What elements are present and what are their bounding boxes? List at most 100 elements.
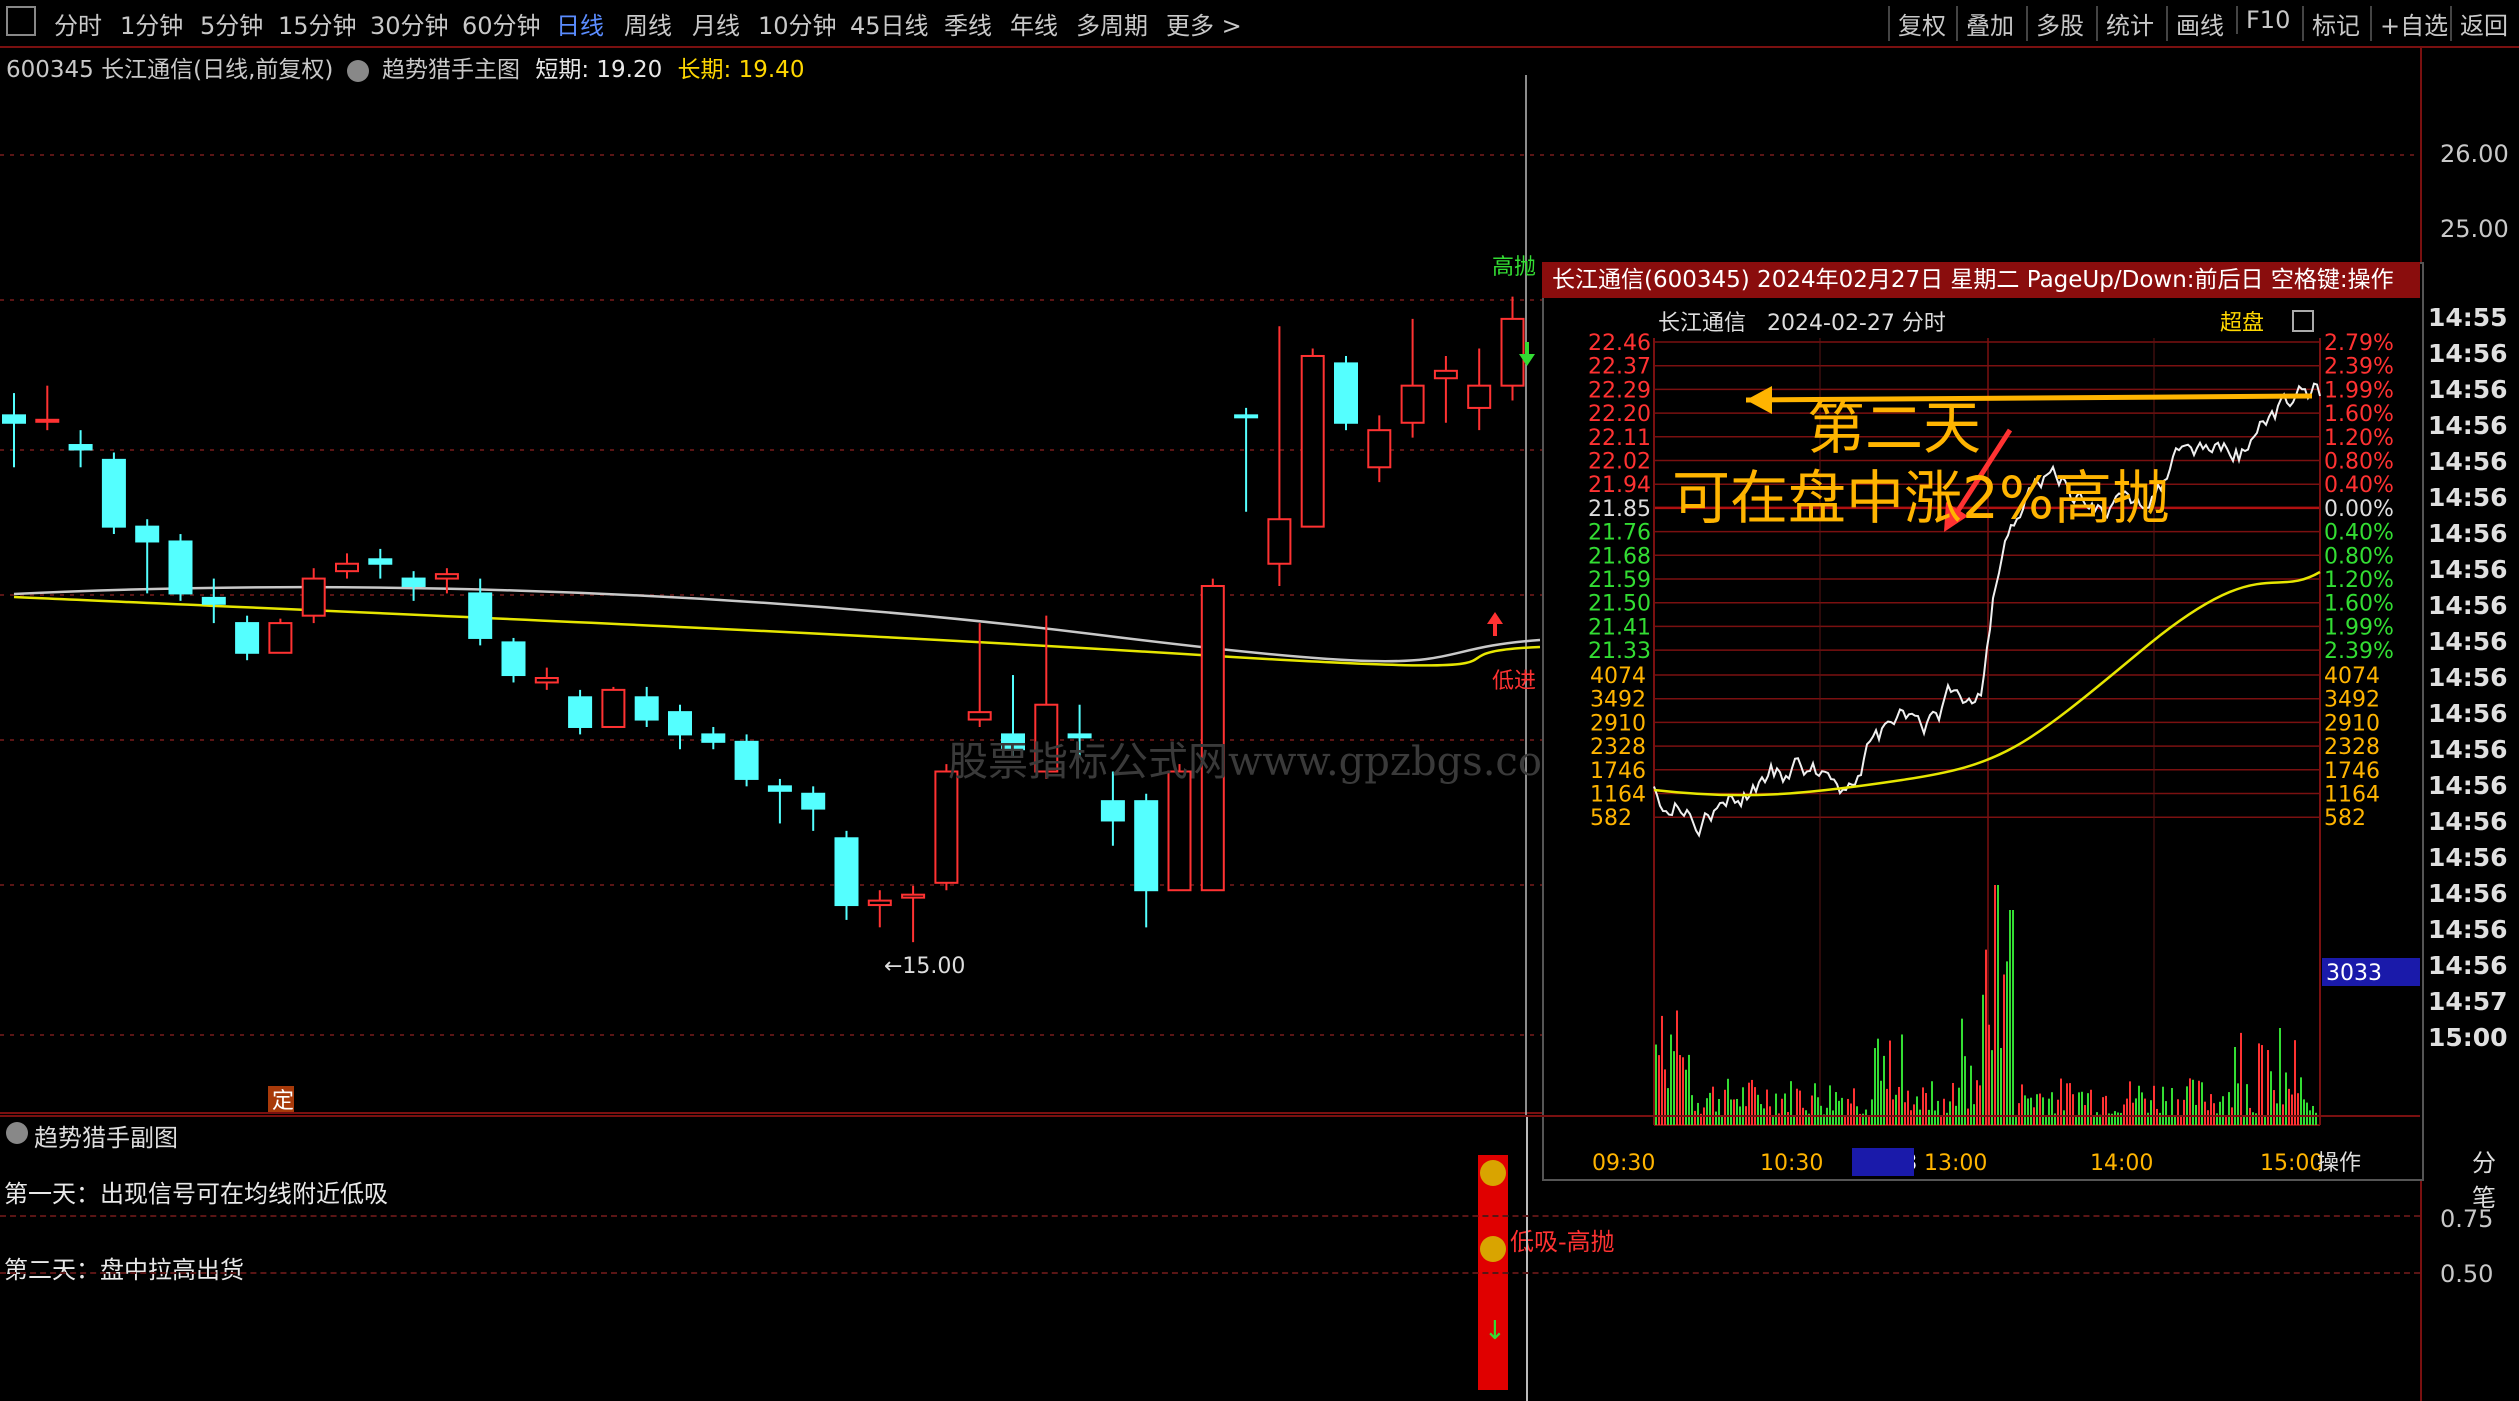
draw-line-button[interactable]: 画线 <box>2166 6 2224 41</box>
period-tab[interactable]: 多周期 <box>1076 6 1148 41</box>
candle-body <box>901 893 926 899</box>
time-cursor-box <box>1852 1148 1914 1176</box>
tick-time-list[interactable]: 14:55 14:56 14:56 14:56 14:56 14:56 14:5… <box>2420 300 2519 1056</box>
pct-label: 0.80% <box>2324 544 2394 569</box>
candle-body <box>68 444 93 451</box>
vol-label: 1746 <box>1590 759 1646 784</box>
candle <box>634 686 659 727</box>
candle <box>668 704 692 750</box>
candle <box>1433 355 1458 423</box>
candle <box>1300 348 1325 528</box>
candle-body <box>801 792 826 810</box>
add-watchlist-button[interactable]: +自选 <box>2370 6 2448 41</box>
tick-time: 14:56 <box>2428 735 2508 764</box>
candle-body <box>501 641 526 677</box>
candle-body <box>235 622 260 654</box>
candle <box>68 430 93 468</box>
period-toolbar: 分时 1分钟 5分钟 15分钟 30分钟 60分钟 日线 周线 月线 10分钟 … <box>0 0 2519 48</box>
tick-time: 14:56 <box>2428 915 2508 944</box>
pct-label: 0.00% <box>2324 497 2394 522</box>
price-label: 21.68 <box>1588 544 1651 569</box>
candle <box>401 571 426 601</box>
candle-body <box>967 711 992 721</box>
price-label: 22.11 <box>1588 426 1651 451</box>
stats-button[interactable]: 统计 <box>2096 6 2154 41</box>
vol-label: 2910 <box>1590 711 1646 736</box>
candle <box>1334 355 1358 431</box>
candle <box>568 689 593 735</box>
multi-stock-button[interactable]: 多股 <box>2026 6 2084 41</box>
candle <box>534 667 559 690</box>
period-tab[interactable]: 月线 <box>692 6 740 41</box>
period-tab[interactable]: 季线 <box>944 6 992 41</box>
candle <box>1267 326 1292 586</box>
period-tab-active[interactable]: 日线 <box>556 6 604 41</box>
tick-time: 14:56 <box>2428 375 2508 404</box>
intraday-chart[interactable]: 22.46 2.79% 22.37 2.39% 22.29 1.99% 22.20 1.60%… <box>1542 330 2420 1177</box>
mark-button[interactable]: 标记 <box>2302 6 2360 41</box>
money-bag-icon <box>1480 1236 1506 1262</box>
candle-body <box>301 577 326 617</box>
candle <box>1400 318 1425 438</box>
tick-time: 14:56 <box>2428 771 2508 800</box>
more-tab[interactable]: 更多 > <box>1166 6 1242 41</box>
tick-time: 14:57 <box>2428 987 2508 1016</box>
time-label: 09:30 <box>1592 1151 1655 1176</box>
tick-time: 14:56 <box>2428 951 2508 980</box>
period-tab[interactable]: 30分钟 <box>370 6 449 41</box>
candle-body <box>534 677 559 684</box>
fen-bi-tab[interactable]: 分笔 <box>2472 1143 2519 1213</box>
candle-body <box>701 733 726 743</box>
tick-time: 14:56 <box>2428 879 2508 908</box>
overlay-button[interactable]: 叠加 <box>1956 6 2014 41</box>
vol-label-right: 2910 <box>2324 711 2380 736</box>
pct-label: 0.40% <box>2324 521 2394 546</box>
popup-title-bar[interactable]: 长江通信(600345) 2024年02月27日 星期二 PageUp/Down… <box>1542 262 2420 298</box>
f10-button[interactable]: F10 <box>2236 6 2290 34</box>
candle-body <box>101 458 126 528</box>
vol-label: 2328 <box>1590 735 1646 760</box>
popup-title: 长江通信(600345) 2024年02月27日 星期二 PageUp/Down… <box>1552 267 2394 293</box>
candle <box>801 786 826 831</box>
candle <box>268 618 293 654</box>
candle-body <box>1067 733 1092 739</box>
candle-body <box>2 414 26 424</box>
candle-body <box>601 688 626 728</box>
avg-price-line <box>1653 570 2321 797</box>
period-tab[interactable]: 10分钟 <box>758 6 837 41</box>
candle-body <box>434 573 459 580</box>
candle <box>35 385 60 431</box>
candle-body <box>1167 770 1192 892</box>
price-label: 21.59 <box>1588 568 1651 593</box>
tick-time: 14:56 <box>2428 483 2508 512</box>
candle-body <box>468 592 493 639</box>
fuquan-button[interactable]: 复权 <box>1888 6 1946 41</box>
sub-axis-label: 0.50 <box>2440 1260 2494 1288</box>
candle-body <box>634 696 659 721</box>
vol-label-right: 2328 <box>2324 735 2380 760</box>
candle-body <box>1433 369 1458 380</box>
tick-time: 14:56 <box>2428 699 2508 728</box>
period-tab[interactable]: 分时 <box>54 6 102 41</box>
candle <box>867 890 892 928</box>
candle-body <box>867 899 892 907</box>
period-tab[interactable]: 60分钟 <box>462 6 541 41</box>
popup-close-icon[interactable] <box>2292 310 2314 332</box>
period-tab[interactable]: 周线 <box>624 6 672 41</box>
period-tab[interactable]: 15分钟 <box>278 6 357 41</box>
back-button[interactable]: 返回 <box>2450 6 2508 41</box>
period-tab[interactable]: 1分钟 <box>120 6 183 41</box>
period-tab[interactable]: 5分钟 <box>200 6 263 41</box>
candle <box>135 519 160 594</box>
price-label: 21.76 <box>1588 521 1651 546</box>
menu-icon[interactable] <box>6 6 36 36</box>
candle-body <box>201 596 226 605</box>
candle <box>601 686 626 728</box>
period-tab[interactable]: 45日线 <box>850 6 929 41</box>
sub-panel-title[interactable]: 趋势猎手副图 <box>34 1118 178 1153</box>
period-tab[interactable]: 年线 <box>1010 6 1058 41</box>
vol-label: 4074 <box>1590 664 1646 689</box>
sub-panel-dropdown-icon[interactable] <box>6 1122 28 1144</box>
price-label: 22.37 <box>1588 355 1651 380</box>
low-buy-signal: 低进 <box>1492 669 1536 694</box>
